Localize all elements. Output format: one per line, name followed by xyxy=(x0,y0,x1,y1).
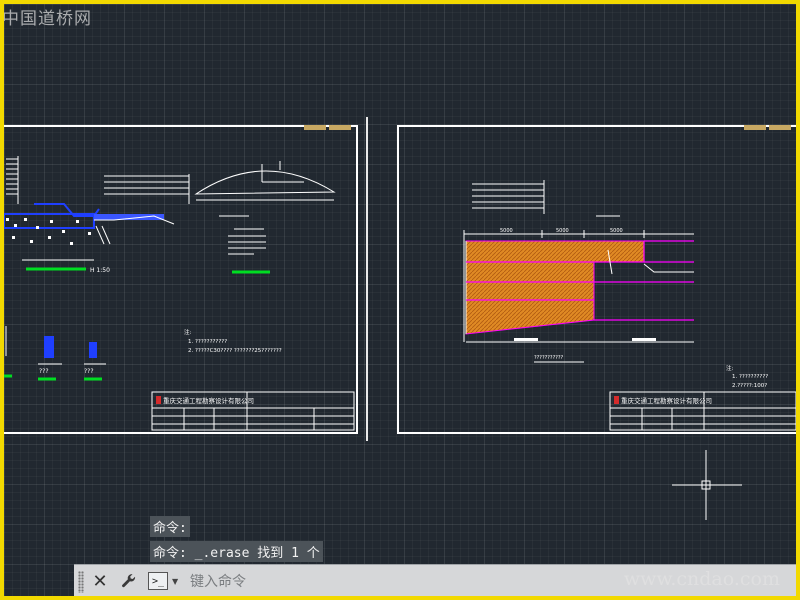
customize-wrench-icon[interactable] xyxy=(118,570,140,592)
recent-commands-dropdown[interactable]: >_ ▼ xyxy=(148,571,184,591)
crosshair-cursor xyxy=(672,450,742,520)
command-history-line: 命令: xyxy=(150,516,190,537)
command-history: 命令: 命令: _.erase 找到 1 个 xyxy=(150,516,323,566)
cad-application: 中国道桥网 H 1:50 ??? ??? 注: 1. ??????????? 2… xyxy=(4,4,796,596)
command-input[interactable] xyxy=(188,570,632,594)
command-prompt-icon: >_ xyxy=(148,572,168,590)
drag-grip-handle[interactable] xyxy=(78,571,84,593)
site-watermark-bottom: www.cndao.com xyxy=(623,568,780,590)
chevron-down-icon: ▼ xyxy=(172,576,179,586)
close-icon[interactable]: ✕ xyxy=(89,570,111,592)
command-history-line: 命令: _.erase 找到 1 个 xyxy=(150,541,323,562)
